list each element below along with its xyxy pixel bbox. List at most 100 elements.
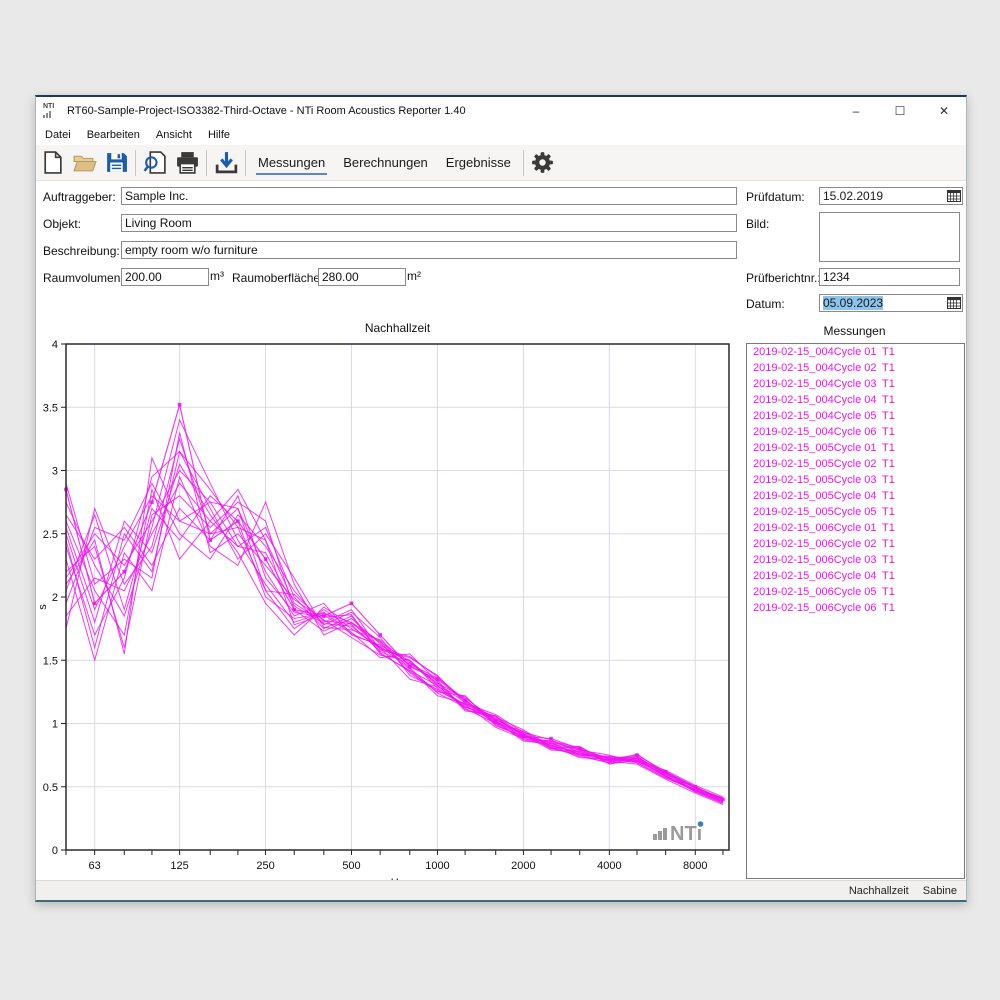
raumvolumen-label: Raumvolumen: xyxy=(43,271,124,285)
pruefdatum-field[interactable]: 15.02.2019 xyxy=(819,187,963,205)
svg-text:s: s xyxy=(37,604,49,610)
save-button[interactable] xyxy=(100,148,132,178)
list-item-name: 2019-02-15_005Cycle 01 xyxy=(753,440,882,456)
svg-text:0.5: 0.5 xyxy=(43,782,58,794)
new-document-icon xyxy=(40,150,65,175)
raumoberflaeche-input[interactable] xyxy=(318,268,406,286)
datum-label: Datum: xyxy=(746,297,785,311)
maximize-button[interactable]: ☐ xyxy=(878,97,922,125)
rt60-series xyxy=(66,483,723,799)
rt60-series xyxy=(66,496,723,802)
rt60-series xyxy=(66,439,723,801)
list-item[interactable]: 2019-02-15_005Cycle 04T1 xyxy=(747,488,964,504)
minimize-button[interactable]: – xyxy=(834,97,878,125)
svg-text:1000: 1000 xyxy=(425,860,449,872)
list-item-type: T1 xyxy=(882,586,895,598)
list-item[interactable]: 2019-02-15_004Cycle 05T1 xyxy=(747,408,964,424)
objekt-input[interactable] xyxy=(121,214,737,232)
app-icon: NTI xyxy=(43,103,61,119)
menu-hilfe[interactable]: Hilfe xyxy=(200,129,238,141)
list-item-name: 2019-02-15_005Cycle 03 xyxy=(753,472,882,488)
list-item-type: T1 xyxy=(882,538,895,550)
calendar-icon[interactable] xyxy=(945,189,962,203)
pruefdatum-label: Prüfdatum: xyxy=(746,190,805,204)
list-item-type: T1 xyxy=(882,570,895,582)
list-item[interactable]: 2019-02-15_004Cycle 03T1 xyxy=(747,376,964,392)
datum-value: 05.09.2023 xyxy=(823,296,883,310)
tab-messungen[interactable]: Messungen xyxy=(252,151,331,174)
list-item-name: 2019-02-15_005Cycle 02 xyxy=(753,456,882,472)
list-item-type: T1 xyxy=(882,458,895,470)
svg-text:2: 2 xyxy=(52,592,58,604)
new-document-button[interactable] xyxy=(36,148,68,178)
auftraggeber-input[interactable] xyxy=(121,187,737,205)
list-item[interactable]: 2019-02-15_006Cycle 05T1 xyxy=(747,584,964,600)
close-button[interactable]: ✕ xyxy=(922,97,966,125)
list-item[interactable]: 2019-02-15_005Cycle 01T1 xyxy=(747,440,964,456)
list-item-type: T1 xyxy=(882,378,895,390)
tab-ergebnisse[interactable]: Ergebnisse xyxy=(440,151,517,174)
svg-text:4000: 4000 xyxy=(597,860,621,872)
title-bar: NTI RT60-Sample-Project-ISO3382-Third-Oc… xyxy=(36,97,966,125)
list-item-name: 2019-02-15_006Cycle 05 xyxy=(753,584,882,600)
list-item[interactable]: 2019-02-15_006Cycle 06T1 xyxy=(747,600,964,616)
list-item-name: 2019-02-15_004Cycle 03 xyxy=(753,376,882,392)
list-item-type: T1 xyxy=(882,554,895,566)
rt60-series xyxy=(66,483,723,802)
list-item[interactable]: 2019-02-15_005Cycle 05T1 xyxy=(747,504,964,520)
print-button[interactable] xyxy=(171,148,203,178)
list-item[interactable]: 2019-02-15_006Cycle 01T1 xyxy=(747,520,964,536)
auftraggeber-label: Auftraggeber: xyxy=(43,190,116,204)
app-icon-bars xyxy=(43,111,61,118)
list-item-type: T1 xyxy=(882,490,895,502)
svg-text:63: 63 xyxy=(89,860,101,872)
list-item-type: T1 xyxy=(882,362,895,374)
raumvolumen-input[interactable] xyxy=(121,268,209,286)
rt60-series xyxy=(66,496,723,798)
beschreibung-input[interactable] xyxy=(121,241,737,259)
print-preview-button[interactable] xyxy=(139,148,171,178)
list-item[interactable]: 2019-02-15_004Cycle 06T1 xyxy=(747,424,964,440)
open-file-button[interactable] xyxy=(68,148,100,178)
menu-bearbeiten[interactable]: Bearbeiten xyxy=(79,129,148,141)
list-item[interactable]: 2019-02-15_006Cycle 03T1 xyxy=(747,552,964,568)
settings-button[interactable] xyxy=(527,148,559,178)
list-item-name: 2019-02-15_004Cycle 05 xyxy=(753,408,882,424)
measurement-list: 2019-02-15_004Cycle 01T12019-02-15_004Cy… xyxy=(746,343,965,879)
list-item[interactable]: 2019-02-15_006Cycle 02T1 xyxy=(747,536,964,552)
list-item[interactable]: 2019-02-15_004Cycle 01T1 xyxy=(747,344,964,360)
list-item-type: T1 xyxy=(882,474,895,486)
svg-text:1.5: 1.5 xyxy=(43,655,58,667)
menu-ansicht[interactable]: Ansicht xyxy=(148,129,200,141)
bild-box[interactable] xyxy=(819,212,960,262)
bild-label: Bild: xyxy=(746,217,769,231)
svg-text:3: 3 xyxy=(52,466,58,478)
list-item[interactable]: 2019-02-15_004Cycle 02T1 xyxy=(747,360,964,376)
export-button[interactable] xyxy=(210,148,242,178)
list-item[interactable]: 2019-02-15_005Cycle 02T1 xyxy=(747,456,964,472)
list-item-name: 2019-02-15_004Cycle 02 xyxy=(753,360,882,376)
menu-bar: Datei Bearbeiten Ansicht Hilfe xyxy=(36,125,966,145)
calendar-icon[interactable] xyxy=(945,296,962,310)
nti-watermark: NTı xyxy=(653,821,703,845)
status-mode: Nachhallzeit xyxy=(849,885,909,897)
tab-berechnungen[interactable]: Berechnungen xyxy=(337,151,434,174)
list-item-name: 2019-02-15_005Cycle 05 xyxy=(753,504,882,520)
datum-field[interactable]: 05.09.2023 xyxy=(819,294,963,312)
list-item-name: 2019-02-15_006Cycle 04 xyxy=(753,568,882,584)
list-item[interactable]: 2019-02-15_006Cycle 04T1 xyxy=(747,568,964,584)
menu-datei[interactable]: Datei xyxy=(36,129,79,141)
list-item[interactable]: 2019-02-15_005Cycle 03T1 xyxy=(747,472,964,488)
app-window: NTI RT60-Sample-Project-ISO3382-Third-Oc… xyxy=(35,95,967,902)
svg-text:250: 250 xyxy=(256,860,274,872)
svg-text:0: 0 xyxy=(52,845,58,857)
list-item-name: 2019-02-15_006Cycle 01 xyxy=(753,520,882,536)
pruefberichtnr-input[interactable] xyxy=(819,268,960,286)
print-preview-icon xyxy=(143,150,168,175)
list-item-name: 2019-02-15_004Cycle 01 xyxy=(753,344,882,360)
beschreibung-label: Beschreibung: xyxy=(43,244,120,258)
rt60-series xyxy=(66,477,723,800)
list-item[interactable]: 2019-02-15_004Cycle 04T1 xyxy=(747,392,964,408)
rt60-series xyxy=(66,496,723,800)
measurements-title: Messungen xyxy=(746,324,963,338)
